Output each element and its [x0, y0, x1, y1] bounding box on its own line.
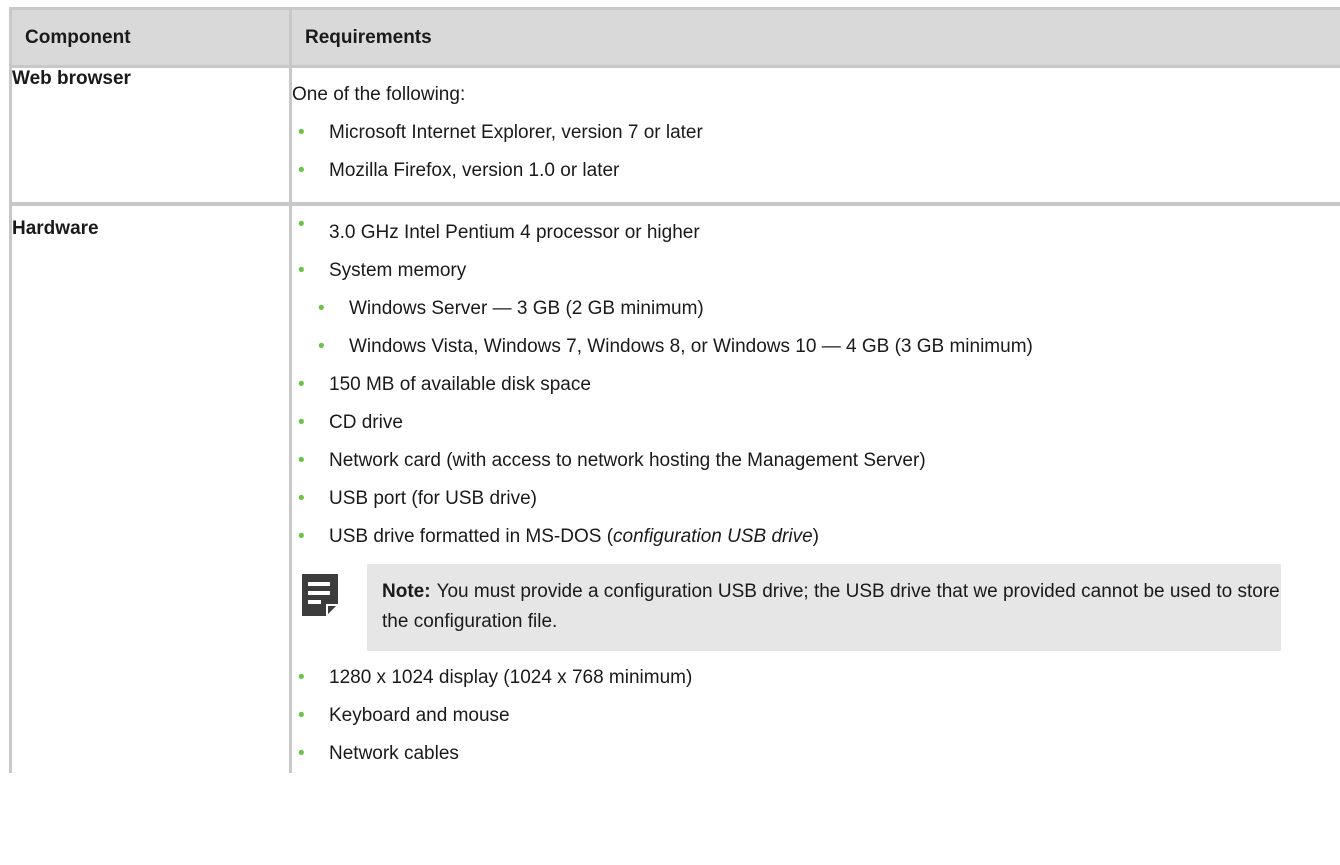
component-hardware: Hardware: [9, 204, 291, 773]
bullet-icon: •: [318, 336, 325, 357]
header-requirements: Requirements: [289, 7, 1340, 68]
note-icon: [302, 574, 338, 616]
list-item: • Network cables: [292, 735, 1340, 773]
list-item: • Network card (with access to network h…: [292, 442, 1340, 480]
component-web-browser: Web browser: [9, 66, 291, 206]
bullet-icon: •: [298, 160, 305, 181]
note-box: Note: You must provide a configuration US…: [367, 564, 1281, 651]
list-subitem: • Windows Vista, Windows 7, Windows 8, o…: [292, 328, 1340, 366]
bullet-icon: •: [298, 374, 305, 395]
list-item: • CD drive: [292, 404, 1340, 442]
list-item: • 150 MB of available disk space: [292, 366, 1340, 404]
list-item: • System memory: [292, 252, 1340, 290]
bullet-icon: •: [318, 298, 325, 319]
bullet-icon: •: [298, 488, 305, 509]
requirements-hardware: • 3.0 GHz Intel Pentium 4 processor or h…: [289, 204, 1340, 773]
list-item: • Mozilla Firefox, version 1.0 or later: [292, 152, 1340, 190]
table-row-hardware: Hardware • 3.0 GHz Intel Pentium 4 proce…: [9, 204, 1340, 773]
web-browser-intro: One of the following:: [292, 84, 466, 105]
bullet-icon: •: [298, 412, 305, 433]
note-callout: Note: You must provide a configuration US…: [292, 564, 1340, 651]
list-item: • Microsoft Internet Explorer, version 7…: [292, 114, 1340, 152]
note-text: You must provide a configuration USB dri…: [382, 581, 1280, 632]
bullet-icon: •: [298, 450, 305, 471]
list-subitem: • Windows Server — 3 GB (2 GB minimum): [292, 290, 1340, 328]
bullet-icon: •: [298, 122, 305, 143]
bullet-icon: •: [298, 743, 305, 764]
bullet-icon: •: [298, 667, 305, 688]
list-item: • Keyboard and mouse: [292, 697, 1340, 735]
table-row-web-browser: Web browser One of the following: • Micr…: [9, 66, 1340, 206]
table-header-row: Component Requirements: [9, 7, 1340, 68]
list-item: • 1280 x 1024 display (1024 x 768 minimu…: [292, 659, 1340, 697]
usb-drive-term: configuration USB drive: [613, 526, 813, 547]
list-item: • USB port (for USB drive): [292, 480, 1340, 518]
header-component: Component: [9, 7, 291, 68]
bullet-icon: •: [298, 705, 305, 726]
list-item: • 3.0 GHz Intel Pentium 4 processor or h…: [292, 206, 1340, 252]
bullet-icon: •: [298, 214, 305, 235]
requirements-table: Component Requirements Web browser One o…: [9, 7, 1340, 773]
requirements-web-browser: One of the following: • Microsoft Intern…: [289, 66, 1340, 206]
note-label: Note:: [382, 581, 431, 602]
bullet-icon: •: [298, 260, 305, 281]
document-page: Component Requirements Web browser One o…: [0, 0, 1340, 865]
list-item: • USB drive formatted in MS-DOS (configu…: [292, 518, 1340, 556]
bullet-icon: •: [298, 526, 305, 547]
